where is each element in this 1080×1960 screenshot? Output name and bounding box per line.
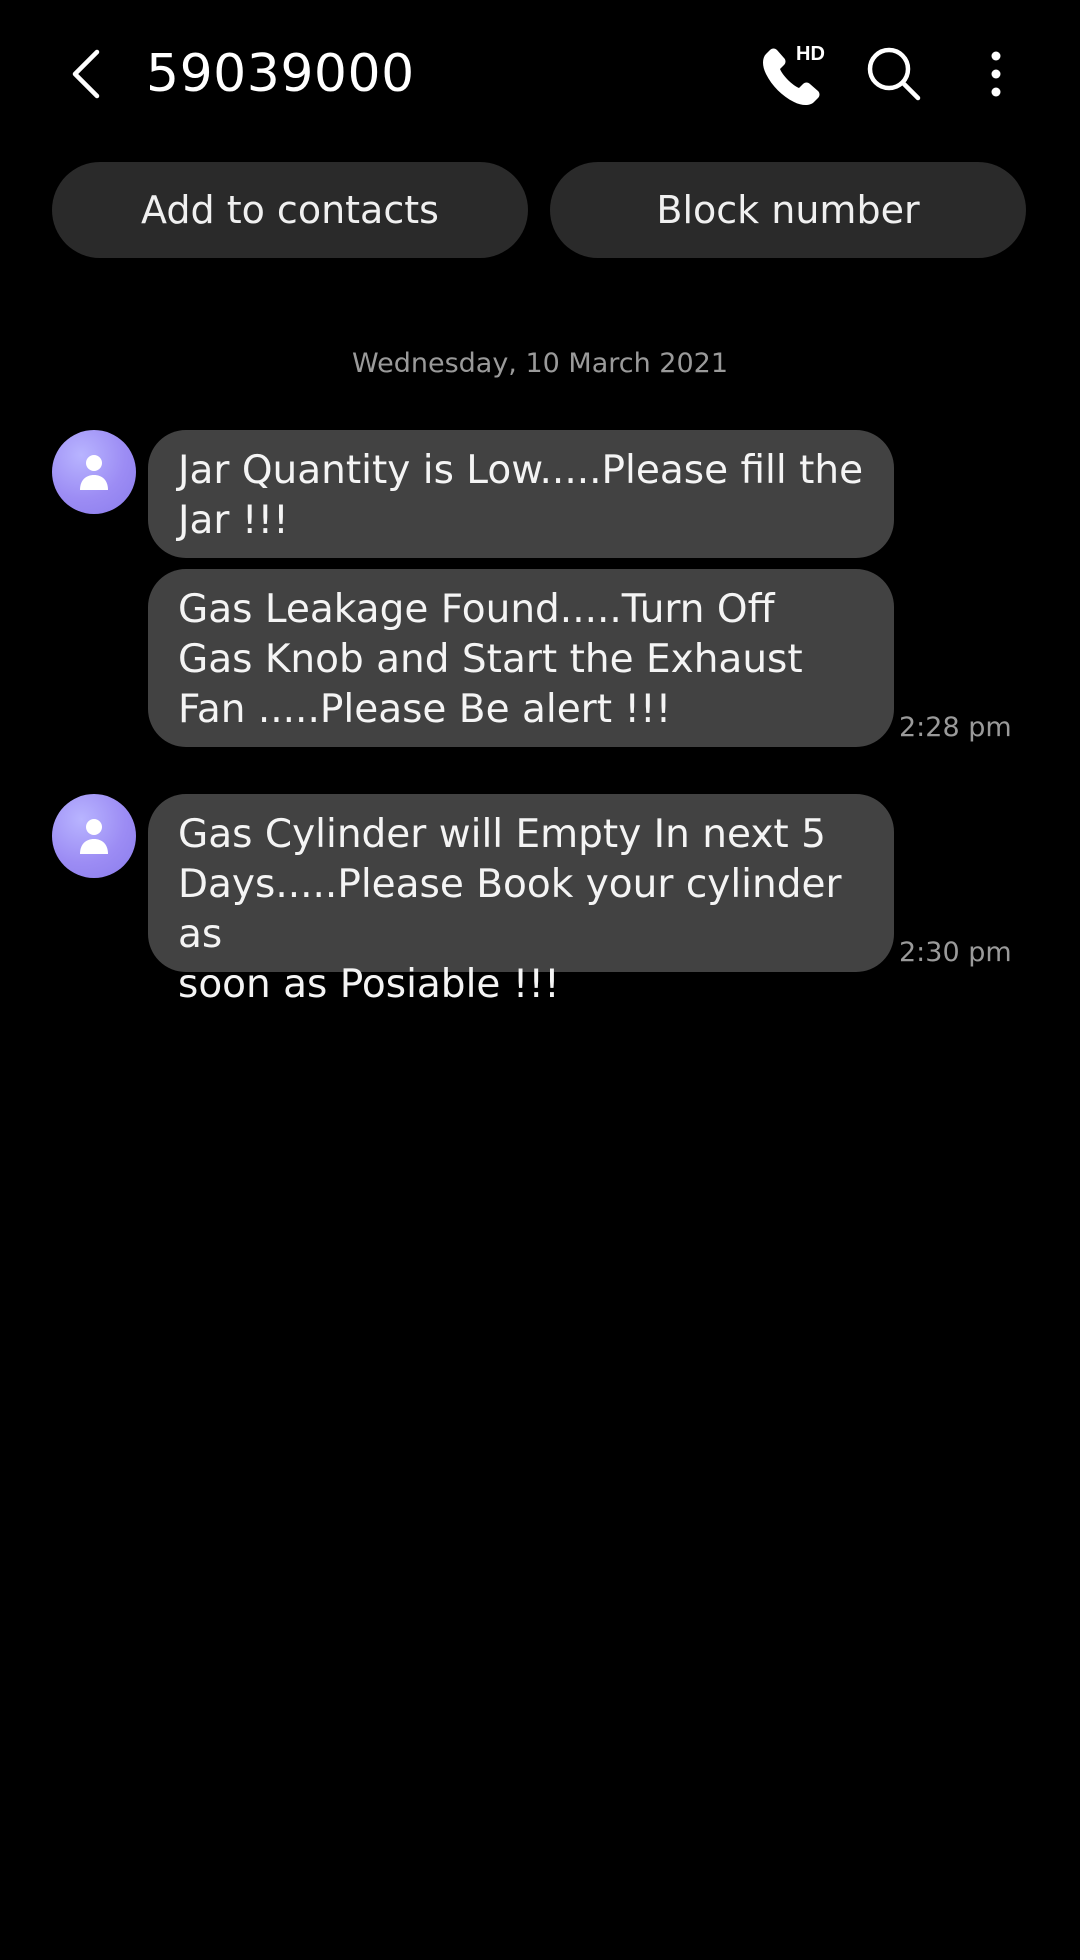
more-options-button[interactable] bbox=[968, 42, 1024, 106]
message-time: 2:30 pm bbox=[899, 937, 1012, 968]
back-button[interactable] bbox=[56, 38, 116, 110]
message-time: 2:28 pm bbox=[899, 712, 1012, 743]
contact-number-title: 59039000 bbox=[146, 44, 415, 104]
message-bubble[interactable]: Gas Cylinder will Empty In next 5 Days..… bbox=[148, 794, 894, 1007]
person-icon bbox=[80, 455, 108, 490]
message-bubble[interactable]: Gas Leakage Found.....Turn Off Gas Knob … bbox=[148, 569, 894, 747]
message-bubble[interactable]: Jar Quantity is Low.....Please fill the … bbox=[148, 430, 894, 558]
more-vertical-icon bbox=[991, 51, 1001, 97]
hd-badge: HD bbox=[796, 43, 825, 65]
search-button[interactable] bbox=[862, 42, 926, 106]
add-to-contacts-button[interactable]: Add to contacts bbox=[52, 162, 528, 258]
sender-avatar[interactable] bbox=[52, 794, 136, 878]
conversation-header: 59039000 HD bbox=[0, 0, 1080, 150]
search-icon bbox=[867, 47, 921, 101]
hd-call-icon: HD bbox=[763, 43, 825, 105]
hd-call-button[interactable]: HD bbox=[752, 36, 832, 112]
block-number-button[interactable]: Block number bbox=[550, 162, 1026, 258]
sender-avatar[interactable] bbox=[52, 430, 136, 514]
date-separator: Wednesday, 10 March 2021 bbox=[351, 348, 729, 379]
person-icon bbox=[80, 819, 108, 854]
chevron-left-icon bbox=[72, 49, 100, 99]
